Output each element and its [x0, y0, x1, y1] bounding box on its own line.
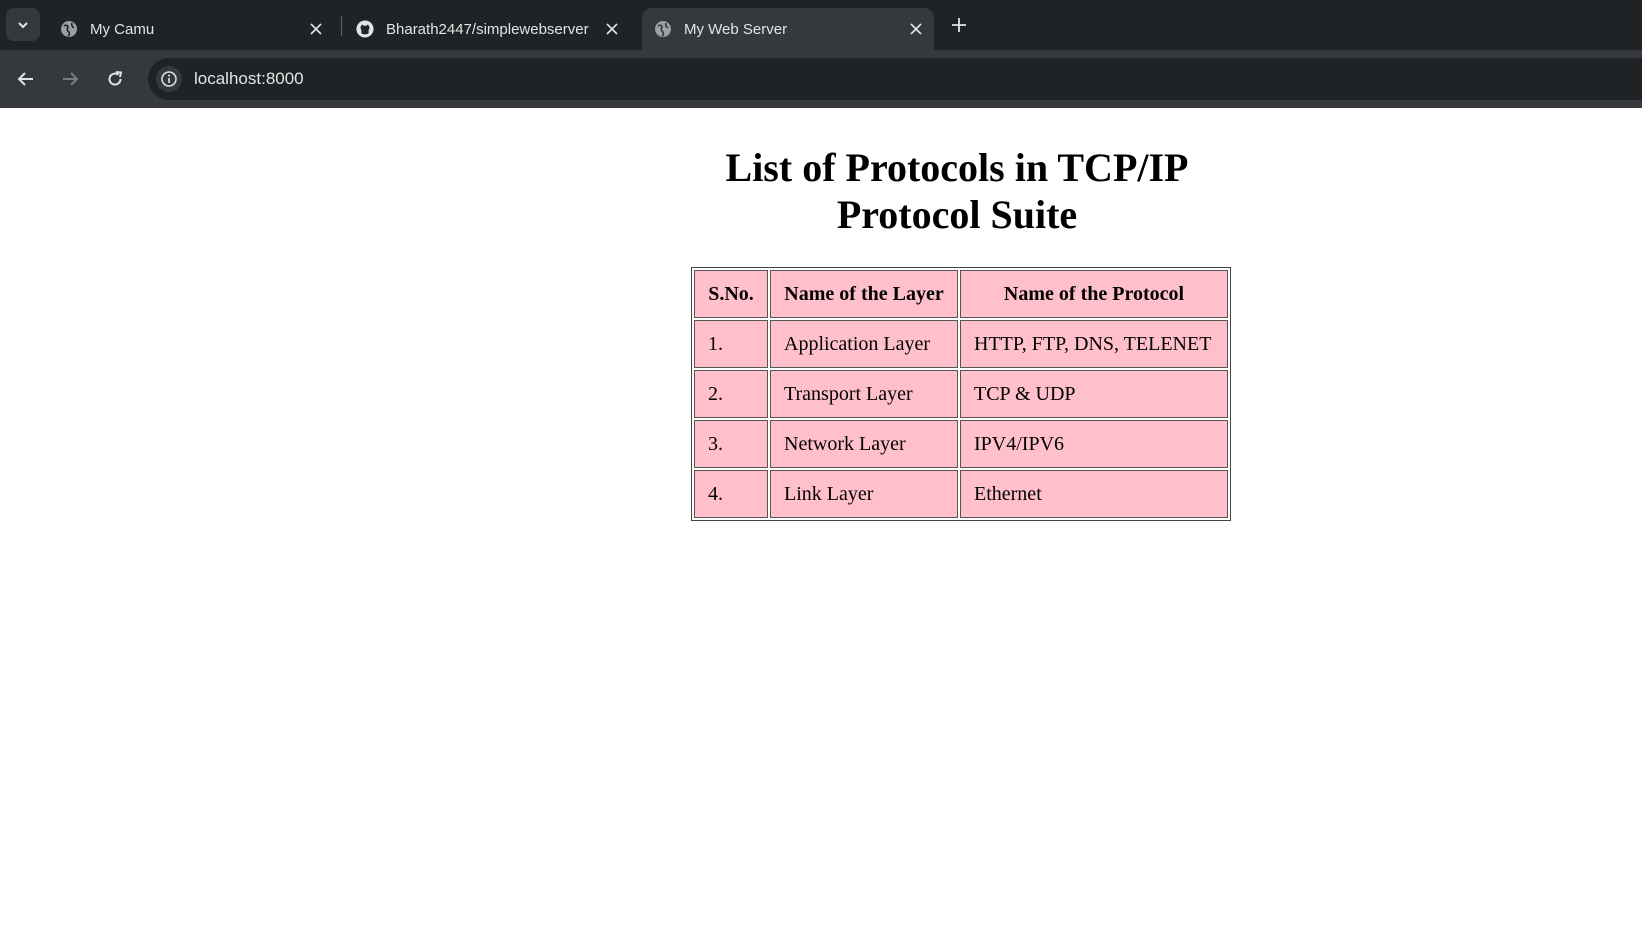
table-row: 3. Network Layer IPV4/IPV6: [694, 420, 1228, 468]
cell-layer: Network Layer: [770, 420, 958, 468]
page-title: List of Protocols in TCP/IP Protocol Sui…: [725, 145, 1189, 237]
table-row: 2. Transport Layer TCP & UDP: [694, 370, 1228, 418]
cell-protocol: HTTP, FTP, DNS, TELENET: [960, 320, 1228, 368]
github-icon: [356, 20, 374, 38]
site-info-icon[interactable]: [156, 66, 182, 92]
chevron-down-icon: [18, 21, 28, 28]
cell-sno: 2.: [694, 370, 768, 418]
forward-button[interactable]: [54, 63, 86, 95]
back-button[interactable]: [10, 63, 42, 95]
cell-layer: Transport Layer: [770, 370, 958, 418]
cell-protocol: IPV4/IPV6: [960, 420, 1228, 468]
cell-sno: 3.: [694, 420, 768, 468]
url-text[interactable]: localhost:8000: [194, 69, 304, 89]
tab-search-button[interactable]: [6, 8, 40, 41]
cell-layer: Application Layer: [770, 320, 958, 368]
close-icon[interactable]: [906, 19, 926, 39]
tab-github[interactable]: Bharath2447/simplewebserver: [344, 8, 630, 50]
arrow-left-icon: [17, 72, 33, 86]
table-header-row: S.No. Name of the Layer Name of the Prot…: [694, 270, 1228, 318]
table-row: 4. Link Layer Ethernet: [694, 470, 1228, 518]
tab-title: My Web Server: [684, 20, 788, 38]
close-icon[interactable]: [602, 19, 622, 39]
tab-my-web-server[interactable]: My Web Server: [642, 8, 934, 50]
arrow-right-icon: [63, 72, 79, 86]
page-content: List of Protocols in TCP/IP Protocol Sui…: [0, 108, 1642, 927]
cell-layer: Link Layer: [770, 470, 958, 518]
tab-title: My Camu: [90, 20, 155, 38]
close-icon[interactable]: [306, 19, 326, 39]
tab-my-camu[interactable]: My Camu: [48, 8, 334, 50]
cell-protocol: TCP & UDP: [960, 370, 1228, 418]
browser-chrome: My Camu Bharath2447/simplewebserver My W…: [0, 0, 1642, 108]
globe-icon: [60, 20, 78, 38]
header-sno: S.No.: [694, 270, 768, 318]
reload-icon: [108, 71, 123, 86]
cell-sno: 1.: [694, 320, 768, 368]
protocols-table: S.No. Name of the Layer Name of the Prot…: [691, 267, 1231, 521]
new-tab-button[interactable]: [946, 12, 972, 38]
tab-title: Bharath2447/simplewebserver: [386, 20, 589, 38]
reload-button[interactable]: [99, 63, 131, 95]
tab-separator: [341, 16, 342, 36]
globe-icon: [654, 20, 672, 38]
cell-sno: 4.: [694, 470, 768, 518]
header-layer: Name of the Layer: [770, 270, 958, 318]
plus-icon: [952, 18, 966, 32]
browser-toolbar: localhost:8000: [0, 50, 1642, 108]
cell-protocol: Ethernet: [960, 470, 1228, 518]
page-heading-wrap: List of Protocols in TCP/IP Protocol Sui…: [692, 144, 1222, 238]
header-protocol: Name of the Protocol: [960, 270, 1228, 318]
address-bar[interactable]: localhost:8000: [148, 58, 1642, 100]
table-row: 1. Application Layer HTTP, FTP, DNS, TEL…: [694, 320, 1228, 368]
tab-strip: My Camu Bharath2447/simplewebserver My W…: [0, 0, 1642, 50]
